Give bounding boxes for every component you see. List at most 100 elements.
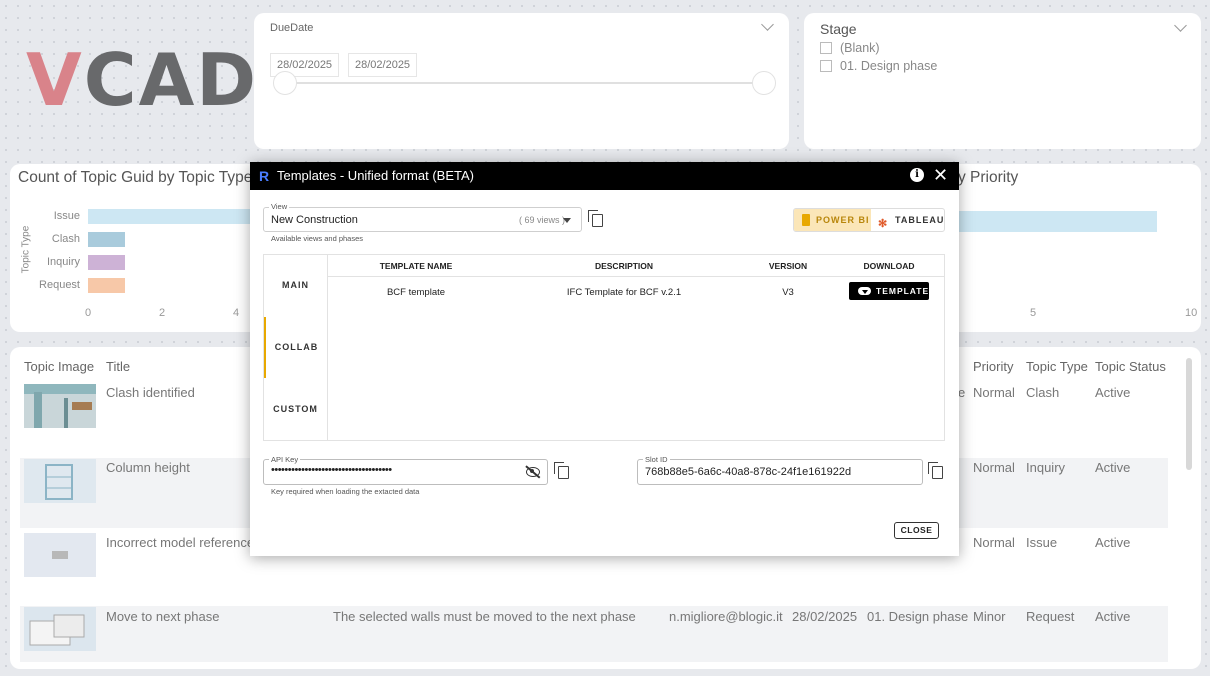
y-tick-label: Inquiry (46, 256, 80, 268)
tab-collab[interactable]: COLLAB (264, 317, 327, 378)
slot-id-label: Slot ID (643, 455, 670, 464)
checkbox[interactable] (820, 42, 832, 54)
powerbi-icon (802, 214, 810, 226)
topic-thumbnail (24, 607, 96, 651)
col-priority[interactable]: Priority (973, 359, 1013, 374)
col-template-name: TEMPLATE NAME (379, 261, 453, 271)
x-tick-label: 5 (1030, 307, 1037, 319)
api-key-input[interactable]: •••••••••••••••••••••••••••••••••••• (263, 459, 548, 485)
slot-id-value: 768b88e5-6a6c-40a8-878c-24f1e161922d (645, 466, 852, 478)
type-cell: Clash (1026, 385, 1060, 400)
status-cell: Active (1095, 535, 1131, 550)
tableau-button[interactable]: ✻ TABLEAU (871, 209, 944, 231)
download-template-button[interactable]: TEMPLATE (849, 282, 929, 300)
topic-title: Incorrect model reference (106, 535, 255, 550)
stage-cell: 01. Design phase (867, 609, 969, 624)
description-cell: The selected walls must be moved to the … (333, 609, 636, 624)
col-download: DOWNLOAD (863, 261, 915, 271)
date-cell: 28/02/2025 (792, 609, 858, 624)
topic-thumbnail (24, 533, 96, 577)
col-topic-image[interactable]: Topic Image (24, 359, 94, 374)
view-select[interactable]: New Construction ( 69 views ) (263, 207, 582, 232)
date-slider-track[interactable] (286, 82, 764, 84)
bar[interactable] (88, 278, 125, 293)
api-key-value: •••••••••••••••••••••••••••••••••••• (271, 464, 392, 476)
checkbox[interactable] (820, 60, 832, 72)
author-cell: n.migliore@blogic.it (669, 609, 783, 624)
eye-off-icon[interactable] (526, 467, 540, 477)
priority-cell: Normal (973, 535, 1015, 550)
assignee-cell: e (958, 385, 966, 400)
close-button[interactable]: CLOSE (894, 522, 939, 539)
duedate-end-input[interactable]: 28/02/2025 (348, 53, 418, 77)
type-cell: Inquiry (1026, 460, 1066, 475)
chevron-down-icon[interactable] (761, 18, 774, 31)
type-cell: Issue (1026, 535, 1058, 550)
template-name: BCF template (386, 287, 446, 298)
topic-title: Clash identified (106, 385, 195, 400)
col-topic-status[interactable]: Topic Status (1095, 359, 1166, 374)
status-cell: Active (1095, 385, 1131, 400)
view-count: ( 69 views ) (519, 215, 566, 225)
col-topic-type[interactable]: Topic Type (1026, 359, 1088, 374)
copy-icon[interactable] (588, 210, 603, 227)
y-tick-label: Issue (53, 210, 80, 222)
duedate-slicer: DueDate 28/02/2025 28/02/2025 (254, 13, 789, 149)
template-description: IFC Template for BCF v.2.1 (566, 287, 682, 298)
topic-title: Move to next phase (106, 609, 220, 624)
topic-thumbnail (24, 459, 96, 503)
dialog-header: R Templates - Unified format (BETA) i ✕ (250, 162, 959, 190)
y-tick-label: Request (39, 279, 80, 291)
table-scrollbar[interactable] (1186, 358, 1192, 470)
caret-down-icon (563, 218, 571, 223)
topic-title: Column height (106, 460, 190, 475)
info-icon[interactable]: i (910, 168, 924, 182)
app-logo-icon: R (259, 168, 270, 184)
powerbi-button[interactable]: POWER BI (794, 209, 871, 231)
duedate-title: DueDate (270, 22, 314, 34)
close-icon[interactable]: ✕ (933, 164, 948, 186)
x-tick-label: 2 (159, 307, 166, 319)
stage-option-blank[interactable]: (Blank) (820, 41, 880, 55)
stage-option-design[interactable]: 01. Design phase (820, 59, 937, 73)
bar[interactable] (88, 255, 125, 270)
tab-main[interactable]: MAIN (264, 255, 327, 316)
copy-icon[interactable] (928, 462, 943, 479)
status-cell: Active (1095, 609, 1131, 624)
x-tick-label: 10 (1185, 307, 1198, 319)
chart-title-right: y Priority (958, 169, 1019, 186)
api-key-label: API Key (269, 455, 301, 464)
col-version: VERSION (768, 261, 808, 271)
view-label: View (269, 202, 290, 211)
stage-slicer: Stage (Blank) 01. Design phase (804, 13, 1201, 149)
view-helper: Available views and phases (271, 234, 364, 243)
x-tick-label: 0 (85, 307, 92, 319)
chart-title-left: Count of Topic Guid by Topic Type (18, 169, 253, 186)
bi-tool-toggle: POWER BI ✻ TABLEAU (793, 208, 945, 232)
x-tick-label: 4 (233, 307, 240, 319)
slider-start-handle[interactable] (273, 71, 297, 95)
stage-title: Stage (820, 21, 857, 37)
slot-id-input[interactable]: 768b88e5-6a6c-40a8-878c-24f1e161922d (637, 459, 923, 485)
priority-cell: Minor (973, 609, 1006, 624)
bar[interactable] (88, 209, 273, 224)
bar[interactable] (959, 211, 1157, 232)
vcad-logo: VCAD (26, 38, 259, 122)
template-tabs: MAIN COLLAB CUSTOM (264, 255, 328, 440)
templates-dialog: R Templates - Unified format (BETA) i ✕ … (250, 162, 959, 556)
copy-icon[interactable] (554, 462, 569, 479)
chevron-down-icon[interactable] (1174, 19, 1187, 32)
dialog-title: Templates - Unified format (BETA) (277, 168, 474, 183)
slider-end-handle[interactable] (752, 71, 776, 95)
tab-custom[interactable]: CUSTOM (264, 379, 327, 440)
priority-cell: Normal (973, 460, 1015, 475)
col-title[interactable]: Title (106, 359, 130, 374)
templates-panel: MAIN COLLAB CUSTOM TEMPLATE NAME DESCRIP… (263, 254, 945, 441)
topic-thumbnail (24, 384, 96, 428)
header-divider (328, 276, 945, 277)
bar[interactable] (88, 232, 125, 247)
type-cell: Request (1026, 609, 1075, 624)
tableau-icon: ✻ (878, 218, 888, 230)
template-version: V3 (782, 287, 794, 298)
y-tick-label: Clash (51, 233, 80, 245)
